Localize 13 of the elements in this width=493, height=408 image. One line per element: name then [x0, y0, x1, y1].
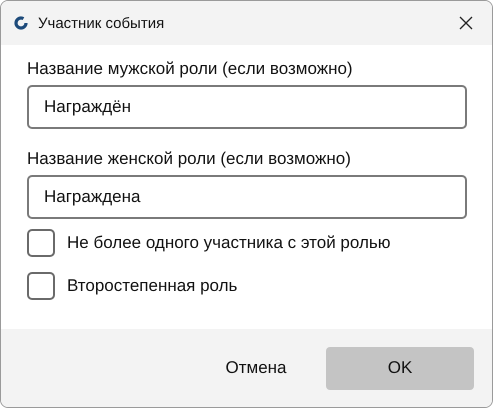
- checkbox[interactable]: [27, 272, 55, 300]
- text-field[interactable]: Награждена: [27, 175, 467, 219]
- cancel-button[interactable]: Отмена: [219, 346, 293, 390]
- ok-button[interactable]: OK: [326, 346, 474, 390]
- checkbox-label: Не более одного участника с этой ролью: [67, 233, 390, 253]
- field-label: Название мужской роли (если возможно): [27, 59, 354, 79]
- app-logo-icon: [14, 16, 28, 30]
- window-title: Участник события: [38, 14, 166, 32]
- close-icon: [459, 16, 473, 30]
- text-field[interactable]: Награждён: [27, 85, 467, 129]
- checkbox-label: Второстепенная роль: [67, 276, 238, 296]
- checkbox[interactable]: [27, 229, 55, 257]
- field-label: Название женской роли (если возможно): [27, 149, 352, 169]
